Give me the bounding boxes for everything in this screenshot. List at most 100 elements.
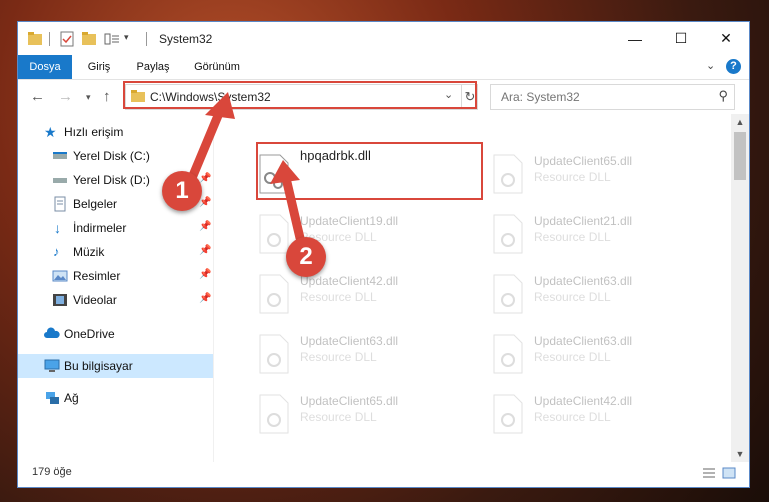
sidebar-item-quick-access[interactable]: ★ Hızlı erişim [18,120,213,144]
drive-icon [53,178,67,183]
pin-icon[interactable]: 📌 [199,197,211,208]
callout-badge-1: 1 [162,171,202,211]
dll-file-icon [493,274,523,314]
maximize-button[interactable]: ☐ [658,22,704,55]
file-type: Resource DLL [534,410,611,424]
folder-icon [131,90,145,102]
file-type: Resource DLL [534,350,611,364]
file-item[interactable]: UpdateClient42.dll Resource DLL [484,384,714,440]
tab-home[interactable]: Giriş [78,55,120,79]
sidebar-item-pictures[interactable]: Resimler 📌 [18,264,213,288]
pin-icon[interactable]: 📌 [199,173,211,184]
file-type: Resource DLL [534,170,611,184]
search-input[interactable] [499,89,703,105]
pin-icon[interactable]: 📌 [199,245,211,256]
vertical-scrollbar[interactable]: ▲ ▼ [731,114,749,462]
pictures-icon [52,270,68,282]
new-folder-icon[interactable] [82,31,96,47]
navigation-pane: ★ Hızlı erişim Yerel Disk (C:) Yerel Dis… [18,114,213,462]
file-name: UpdateClient63.dll [534,274,633,288]
sidebar-item-label: OneDrive [64,327,115,341]
file-type: Resource DLL [534,230,611,244]
file-item-hpqadrbk[interactable]: hpqadrbk.dll [250,144,480,200]
sidebar-item-network[interactable]: Ağ [18,386,213,410]
close-button[interactable]: ✕ [703,22,749,55]
refresh-icon[interactable]: ↻ [461,85,478,109]
address-path[interactable]: C:\Windows\System32 [150,90,271,104]
minimize-button[interactable]: — [612,22,658,55]
file-item[interactable]: UpdateClient21.dll Resource DLL [484,204,714,260]
file-type: Resource DLL [534,290,611,304]
pin-icon[interactable]: 📌 [199,293,211,304]
search-box[interactable]: ⚲ [490,84,735,110]
sidebar-item-label: Yerel Disk (D:) [73,173,150,187]
sidebar-item-this-pc[interactable]: Bu bilgisayar [18,354,213,378]
pin-icon[interactable]: 📌 [199,221,211,232]
details-view-icon[interactable] [702,467,716,479]
file-type: Resource DLL [300,290,377,304]
file-item[interactable]: UpdateClient63.dll Resource DLL [484,324,714,380]
sidebar-item-label: Resimler [73,269,121,283]
title-bar: ▾ System32 — ☐ ✕ [18,22,749,55]
file-item[interactable]: UpdateClient19.dll Resource DLL [250,204,480,260]
window-title: System32 [159,32,213,46]
file-name: hpqadrbk.dll [300,148,371,163]
file-item[interactable]: UpdateClient65.dll Resource DLL [484,144,714,200]
back-arrow-icon[interactable]: ← [30,88,45,105]
address-bar[interactable]: C:\Windows\System32 ⌄ ↻ [125,84,478,110]
folder-icon [28,32,42,45]
title-separator [49,32,50,46]
forward-arrow-icon[interactable]: → [58,88,73,105]
cloud-icon [44,327,60,338]
file-item[interactable]: UpdateClient63.dll Resource DLL [250,324,480,380]
recent-locations-icon[interactable]: ▾ [86,92,91,103]
music-icon: ♪ [53,244,60,259]
file-name: UpdateClient42.dll [300,274,399,288]
file-name: UpdateClient21.dll [534,214,633,228]
file-type: Resource DLL [300,410,377,424]
navigation-bar: ← → ▾ ↑ C:\Windows\System32 ⌄ ↻ ⚲ [18,80,749,114]
item-count: 179 öğe [32,466,72,478]
dll-file-icon [259,154,289,194]
file-name: UpdateClient65.dll [534,154,633,168]
dll-file-icon [493,334,523,374]
sidebar-item-downloads[interactable]: ↓ İndirmeler 📌 [18,216,213,240]
chevron-down-icon[interactable]: ⌄ [444,88,453,101]
file-item[interactable]: UpdateClient63.dll Resource DLL [484,264,714,320]
file-item[interactable]: UpdateClient65.dll Resource DLL [250,384,480,440]
ribbon-tabs: Dosya Giriş Paylaş Görünüm ⌄ ? [18,55,749,80]
scrollbar-thumb[interactable] [734,132,746,180]
expand-ribbon-icon[interactable]: ⌄ [706,59,715,72]
file-name: UpdateClient65.dll [300,394,399,408]
dll-file-icon [493,214,523,254]
dll-file-icon [259,214,289,254]
sidebar-item-label: Ağ [64,391,79,405]
videos-icon [53,294,67,306]
network-icon [46,392,59,404]
up-arrow-icon[interactable]: ↑ [103,88,111,105]
sidebar-item-label: Bu bilgisayar [64,359,133,373]
properties-icon[interactable] [60,31,74,47]
tab-file[interactable]: Dosya [18,55,72,79]
search-icon[interactable]: ⚲ [718,88,728,104]
sidebar-item-label: Hızlı erişim [64,125,124,139]
file-item[interactable]: UpdateClient42.dll Resource DLL [250,264,480,320]
sidebar-item-music[interactable]: ♪ Müzik 📌 [18,240,213,264]
scroll-up-icon[interactable]: ▲ [731,114,749,130]
tab-share[interactable]: Paylaş [128,55,178,79]
quick-access-dropdown-icon[interactable]: ▾ [124,32,129,43]
scroll-down-icon[interactable]: ▼ [731,446,749,462]
title-separator [146,32,147,46]
file-name: UpdateClient19.dll [300,214,399,228]
large-icons-view-icon[interactable] [722,467,736,479]
sidebar-item-videos[interactable]: Videolar 📌 [18,288,213,312]
dll-file-icon [259,334,289,374]
sidebar-item-onedrive[interactable]: OneDrive [18,322,213,346]
file-name: UpdateClient42.dll [534,394,633,408]
documents-icon [54,196,66,212]
sidebar-item-local-disk-c[interactable]: Yerel Disk (C:) [18,144,213,168]
help-icon[interactable]: ? [726,59,741,74]
tab-view[interactable]: Görünüm [186,55,248,79]
pin-icon[interactable]: 📌 [199,269,211,280]
customize-toolbar-icon[interactable] [104,31,120,47]
